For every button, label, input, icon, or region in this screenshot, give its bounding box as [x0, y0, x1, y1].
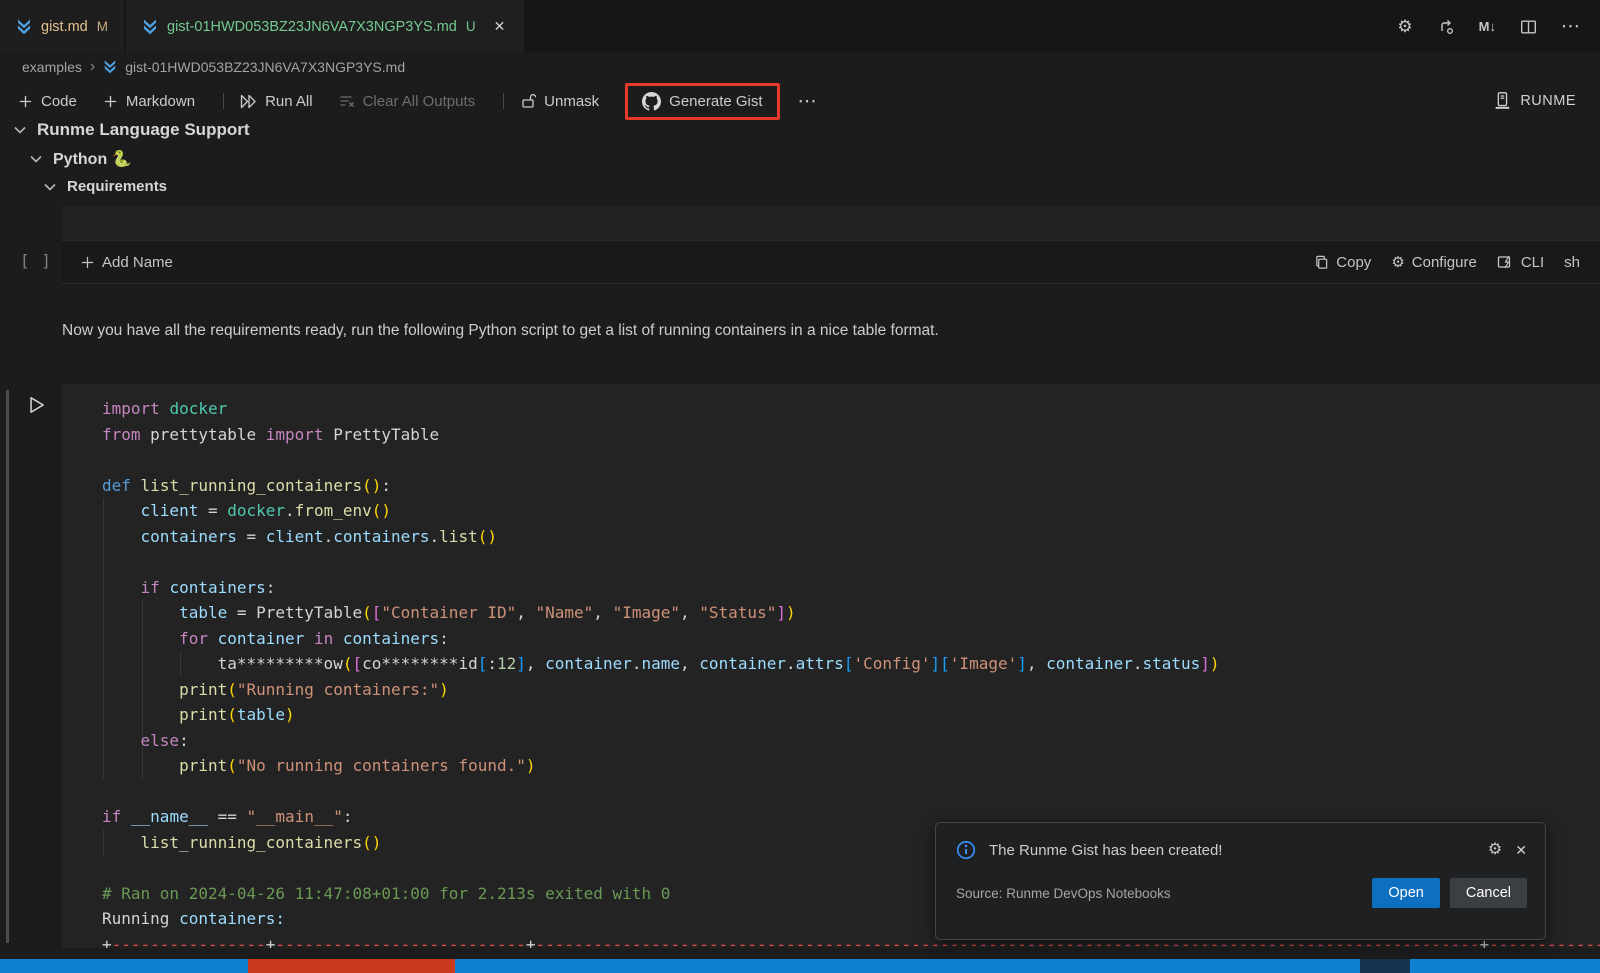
open-button[interactable]: Open [1372, 878, 1439, 908]
notification-settings-icon[interactable]: ⚙ [1488, 842, 1502, 858]
add-name-label: Add Name [102, 254, 173, 271]
heading-runme-language-support: Runme Language Support [14, 120, 250, 140]
generate-gist-label: Generate Gist [669, 93, 762, 110]
run-cell-button[interactable] [25, 394, 47, 416]
execution-count-marker: [ ] [20, 251, 52, 270]
configure-button[interactable]: ⚙ Configure [1391, 254, 1477, 271]
editor-actions: ⚙ M↓ ⋯ [1397, 0, 1580, 53]
status-bar [0, 959, 1600, 973]
runme-label: RUNME [1520, 93, 1576, 109]
play-icon [25, 394, 47, 416]
runme-extension-button[interactable]: RUNME [1492, 80, 1576, 122]
statusbar-navy-segment [1360, 959, 1410, 973]
breadcrumb-file[interactable]: gist-01HWD053BZ23JN6VA7X3NGP3YS.md [125, 59, 405, 75]
add-code-label: Code [41, 93, 77, 110]
add-markdown-cell-button[interactable]: Markdown [103, 93, 195, 110]
cli-label: CLI [1521, 254, 1544, 271]
unlock-icon [520, 93, 536, 109]
breadcrumb: examples › gist-01HWD053BZ23JN6VA7X3NGP3… [0, 53, 1600, 80]
compare-changes-icon[interactable] [1437, 18, 1455, 36]
run-all-label: Run All [265, 93, 313, 110]
heading-python: Python 🐍 [30, 149, 132, 169]
gear-icon: ⚙ [1391, 255, 1404, 270]
tab-close-icon[interactable]: ✕ [491, 16, 509, 37]
heading-label: Runme Language Support [37, 120, 250, 140]
cancel-button[interactable]: Cancel [1450, 878, 1527, 908]
plus-icon [80, 255, 95, 270]
generate-gist-button[interactable]: Generate Gist [642, 92, 762, 111]
add-code-cell-button[interactable]: Code [18, 93, 77, 110]
heading-label: Requirements [67, 178, 167, 195]
toolbar-more-icon[interactable]: ⋯ [798, 92, 817, 111]
cell-language-picker[interactable]: sh [1564, 254, 1580, 271]
run-all-button[interactable]: Run All [240, 93, 313, 110]
copy-icon [1314, 254, 1329, 270]
cli-icon [1497, 254, 1514, 270]
tab-gist-notebook[interactable]: gist-01HWD053BZ23JN6VA7X3NGP3YS.md U ✕ [126, 0, 524, 53]
clear-all-icon [339, 94, 355, 109]
statusbar-red-segment [248, 959, 455, 973]
run-all-icon [240, 94, 257, 109]
notebook-toolbar: Code Markdown Run All Clear All Outputs … [0, 80, 817, 122]
heading-requirements: Requirements [44, 178, 167, 195]
copy-label: Copy [1336, 254, 1371, 271]
fold-chevron-icon[interactable] [44, 183, 56, 191]
annotation-generate-gist-highlight: Generate Gist [625, 83, 779, 120]
tab-label: gist-01HWD053BZ23JN6VA7X3NGP3YS.md [167, 19, 457, 35]
cli-button[interactable]: CLI [1497, 254, 1544, 271]
unmask-label: Unmask [544, 93, 599, 110]
tab-bar: gist.md M gist-01HWD053BZ23JN6VA7X3NGP3Y… [0, 0, 1600, 53]
cell-status-bar: Add Name Copy ⚙ Configure CLI sh [62, 240, 1600, 284]
toolbar-divider [223, 93, 224, 109]
heading-label: Python 🐍 [53, 149, 132, 169]
breadcrumb-folder[interactable]: examples [22, 59, 82, 75]
breadcrumb-separator: › [90, 58, 95, 76]
clear-all-outputs-button[interactable]: Clear All Outputs [339, 93, 476, 110]
runme-file-icon [103, 59, 117, 74]
tab-modified-badge: M [97, 19, 108, 34]
runme-file-icon [16, 18, 32, 35]
cell-focus-indicator [6, 390, 9, 943]
notification-source: Source: Runme DevOps Notebooks [956, 886, 1171, 901]
markdown-paragraph: Now you have all the requirements ready,… [62, 322, 939, 340]
github-octocat-icon [642, 92, 661, 111]
configure-label: Configure [1412, 254, 1477, 271]
settings-gear-icon[interactable]: ⚙ [1397, 18, 1412, 35]
clear-all-label: Clear All Outputs [363, 93, 476, 110]
toolbar-divider [503, 93, 504, 109]
notification-toast: The Runme Gist has been created! ⚙ ✕ Sou… [935, 822, 1546, 940]
info-icon [956, 840, 976, 860]
tab-untracked-badge: U [466, 19, 476, 34]
tab-gist-md[interactable]: gist.md M [0, 0, 124, 53]
tab-label: gist.md [41, 19, 88, 35]
notification-message: The Runme Gist has been created! [989, 842, 1475, 859]
more-actions-icon[interactable]: ⋯ [1561, 17, 1580, 36]
split-editor-icon[interactable] [1520, 19, 1537, 35]
notification-close-icon[interactable]: ✕ [1515, 842, 1527, 859]
runme-file-icon [142, 18, 158, 35]
add-markdown-label: Markdown [126, 93, 195, 110]
fold-chevron-icon[interactable] [14, 126, 26, 134]
copy-button[interactable]: Copy [1314, 254, 1371, 271]
fold-chevron-icon[interactable] [30, 155, 42, 163]
runme-logo-icon [1492, 91, 1512, 111]
add-name-button[interactable]: Add Name [80, 254, 173, 271]
markdown-preview-icon[interactable]: M↓ [1479, 19, 1496, 34]
cell-editor-bottom[interactable] [62, 206, 1600, 240]
unmask-button[interactable]: Unmask [520, 93, 599, 110]
